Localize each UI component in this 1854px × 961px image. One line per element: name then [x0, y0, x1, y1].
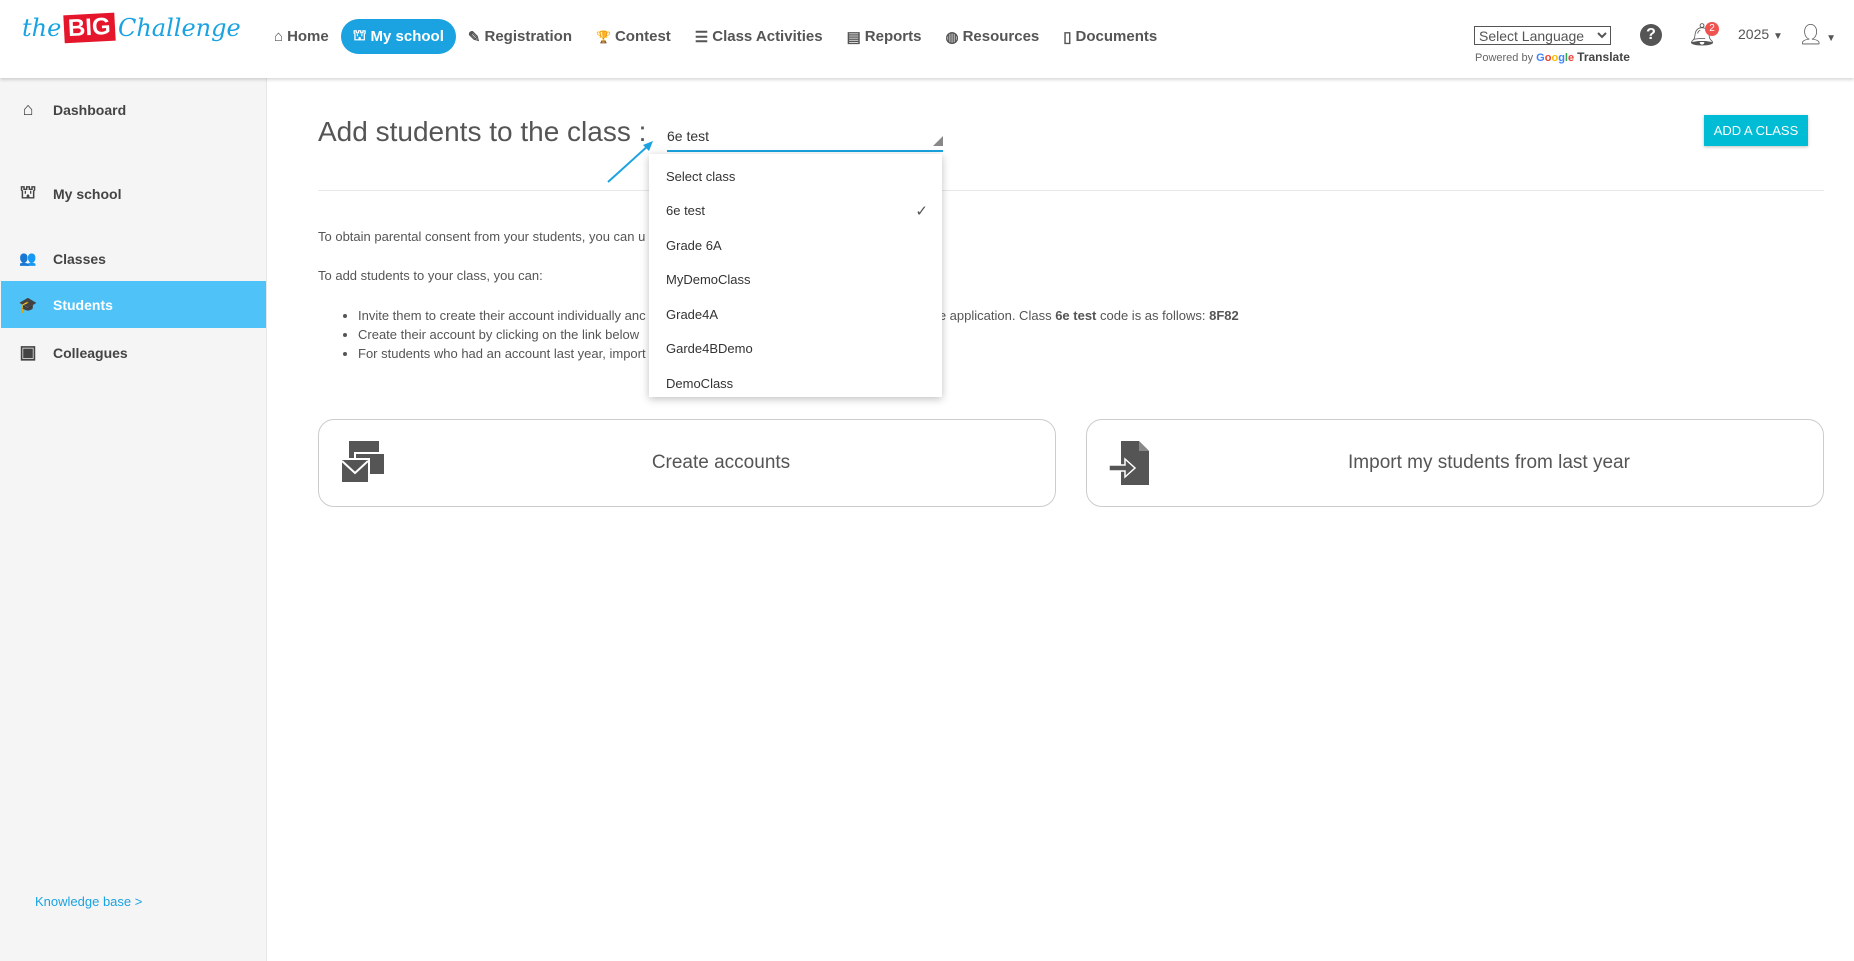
sidebar-item-colleagues[interactable]: ▣ Colleagues	[1, 329, 266, 376]
card-label: Create accounts	[651, 452, 791, 473]
page-title: Add students to the class :	[318, 116, 647, 147]
caret-down-icon: ▼	[1823, 33, 1837, 44]
bullet-text: code is as follows:	[1096, 308, 1210, 323]
envelopes-icon	[340, 441, 386, 484]
class-code: 8F82	[1209, 308, 1239, 323]
list-icon: ☰	[694, 28, 709, 46]
class-select[interactable]: 6e test	[667, 122, 943, 152]
sidebar-item-dashboard[interactable]: ⌂ Dashboard	[1, 86, 266, 133]
school-icon: ⛫	[352, 27, 367, 44]
dropdown-option[interactable]: Garde4BDemo	[649, 332, 942, 367]
nav-label: Registration	[484, 28, 572, 45]
file-import-icon	[1108, 441, 1149, 485]
caret-down-icon: ▼	[1773, 31, 1783, 42]
school-icon: ⛫	[19, 181, 37, 202]
user-icon: 👤︎	[1798, 24, 1824, 46]
google-logo: Google	[1536, 52, 1575, 64]
language-select[interactable]: Select Language	[1474, 26, 1611, 45]
sidebar: ⌂ Dashboard ⛫ My school 👥 Classes 🎓 Students…	[0, 78, 267, 961]
nav-my-school[interactable]: ⛫ My school	[340, 19, 456, 54]
intro-text: To add students to your class, you can:	[318, 268, 543, 283]
logo-text: Challenge	[117, 14, 241, 42]
main-nav: ⌂ Home ⛫ My school ✎ Registration 🏆 Contest …	[262, 19, 1169, 54]
nav-registration[interactable]: ✎ Registration	[456, 19, 584, 54]
year-value: 2025	[1738, 26, 1770, 42]
nav-label: Reports	[864, 28, 922, 45]
users-icon: 👥	[19, 250, 37, 266]
nav-documents[interactable]: ▯ Documents	[1051, 19, 1169, 54]
sidebar-item-students[interactable]: 🎓 Students	[1, 281, 266, 328]
edit-icon: ✎	[467, 28, 481, 46]
language-select-wrap: Select Language	[1474, 26, 1611, 46]
file-icon: ▤	[846, 28, 861, 46]
dropdown-option[interactable]: DemoClass	[649, 366, 942, 401]
dropdown-option[interactable]: Grade 6A	[649, 228, 942, 263]
pdf-icon: ▯	[1063, 28, 1072, 46]
globe-icon: ◍	[945, 28, 959, 46]
sidebar-item-label: Students	[53, 296, 113, 313]
bullet-text: he application. Class	[931, 308, 1056, 323]
contacts-icon: ▣	[19, 342, 37, 362]
dropdown-option[interactable]: Grade4A	[649, 297, 942, 332]
nav-reports[interactable]: ▤ Reports	[835, 19, 934, 54]
check-icon: ✓	[915, 202, 928, 220]
dropdown-triangle-icon	[933, 136, 943, 146]
import-students-card[interactable]: Import my students from last year	[1086, 419, 1824, 507]
powered-by-google: Powered by Google Translate	[1475, 50, 1630, 64]
bullet-text: Create their account by clicking on the …	[358, 327, 640, 342]
user-menu[interactable]: 👤︎ ▼	[1798, 22, 1836, 47]
consent-text: To obtain parental consent from your stu…	[318, 229, 646, 244]
trophy-icon: 🏆	[596, 29, 611, 44]
help-icon[interactable]: ?	[1640, 24, 1662, 46]
big-challenge-logo[interactable]: the BIG Challenge	[22, 12, 241, 44]
translate-link[interactable]: Translate	[1577, 50, 1630, 64]
bullet-text: Invite them to create their account indi…	[358, 308, 646, 323]
nav-contest[interactable]: 🏆 Contest	[584, 19, 683, 54]
sidebar-item-my-school[interactable]: ⛫ My school	[1, 170, 266, 217]
class-name: 6e test	[1055, 308, 1097, 323]
arrow-pointer-icon	[607, 141, 653, 183]
nav-home[interactable]: ⌂ Home	[262, 19, 341, 54]
dropdown-option-selected[interactable]: 6e test ✓	[649, 194, 942, 229]
sidebar-item-label: Classes	[53, 250, 106, 267]
sidebar-item-label: My school	[53, 185, 122, 202]
nav-label: Resources	[962, 28, 1040, 45]
logo-text: the	[22, 14, 62, 42]
nav-class-activities[interactable]: ☰ Class Activities	[683, 19, 835, 54]
card-label: Import my students from last year	[1348, 452, 1630, 473]
class-select-value: 6e test	[667, 128, 710, 144]
nav-label: Class Activities	[712, 28, 823, 45]
class-dropdown-menu: Select class 6e test ✓ Grade 6A MyDemoCla…	[649, 154, 942, 397]
year-dropdown[interactable]: 2025 ▼	[1738, 26, 1783, 42]
home-icon: ⌂	[22, 99, 34, 119]
nav-label: My school	[370, 28, 444, 45]
sidebar-item-label: Colleagues	[53, 344, 128, 361]
divider	[318, 190, 1824, 191]
nav-label: Documents	[1075, 28, 1158, 45]
create-accounts-card[interactable]: Create accounts	[318, 419, 1056, 507]
knowledge-base-link[interactable]: Knowledge base >	[35, 894, 142, 909]
home-icon: ⌂	[274, 28, 284, 45]
nav-label: Contest	[614, 28, 671, 45]
nav-resources[interactable]: ◍ Resources	[933, 19, 1051, 54]
option-label: 6e test	[666, 203, 706, 219]
logo-text: BIG	[63, 12, 116, 44]
sidebar-item-classes[interactable]: 👥 Classes	[1, 235, 266, 282]
student-icon: 🎓	[18, 296, 38, 314]
powered-by-text: Powered by	[1475, 52, 1534, 64]
dropdown-option[interactable]: MyDemoClass	[649, 263, 942, 298]
add-class-button[interactable]: ADD A CLASS	[1704, 115, 1808, 146]
notification-badge: 2	[1705, 22, 1719, 36]
nav-label: Home	[287, 28, 329, 45]
bullet-text: For students who had an account last yea…	[358, 346, 646, 361]
sidebar-item-label: Dashboard	[53, 101, 127, 118]
top-header: the BIG Challenge ⌂ Home ⛫ My school ✎ Regist…	[0, 0, 1854, 78]
dropdown-option[interactable]: Select class	[649, 159, 942, 194]
